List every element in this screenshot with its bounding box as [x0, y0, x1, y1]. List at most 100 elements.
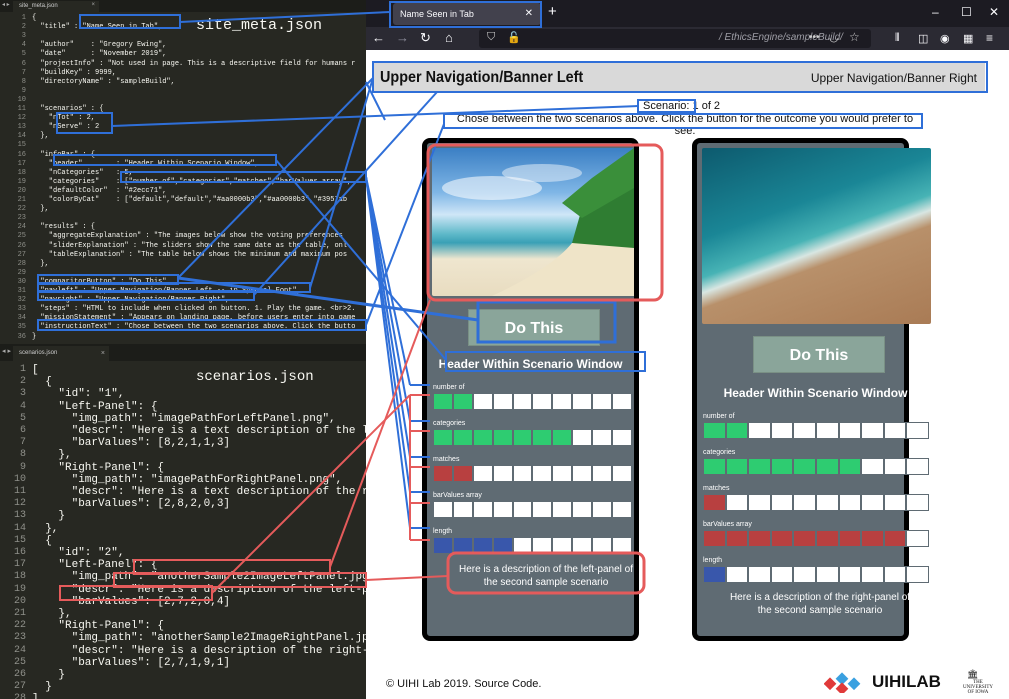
- line-number: 7: [21, 68, 26, 77]
- palm-trees-icon: [442, 148, 634, 296]
- close-icon[interactable]: ×: [101, 350, 105, 357]
- line-number: 25: [17, 232, 26, 241]
- line-number: 24: [17, 223, 26, 232]
- tab-nav-arrows-icon[interactable]: ◂ ▸: [2, 347, 11, 355]
- line-number: 30: [17, 277, 26, 286]
- insecure-lock-icon[interactable]: 🔓: [507, 31, 521, 44]
- line-number: 15: [17, 141, 26, 150]
- do-this-button[interactable]: Do This: [753, 336, 885, 373]
- code-line[interactable]: 20 "defaultColor" : "#2ecc71",: [0, 187, 366, 195]
- home-icon[interactable]: ⌂: [445, 30, 453, 45]
- code-line[interactable]: 15: [0, 141, 366, 149]
- code-line[interactable]: 32 "navright" : "Upper Navigation/Banner…: [0, 296, 366, 304]
- browser-tab[interactable]: Name Seen in Tab ✕: [393, 3, 541, 25]
- minimize-button[interactable]: –: [932, 5, 939, 19]
- lab-logo-text: UIHILAB: [872, 672, 941, 691]
- code-line[interactable]: 36}: [0, 333, 366, 341]
- bookmark-star-icon[interactable]: ☆: [849, 30, 860, 44]
- reload-icon[interactable]: ↻: [420, 30, 431, 46]
- line-number: 25: [13, 656, 26, 668]
- extensions-icon[interactable]: ▦: [963, 32, 973, 45]
- code-line[interactable]: 16 "infoBar" : {: [0, 151, 366, 159]
- code-line[interactable]: 29: [0, 269, 366, 277]
- code-line[interactable]: 4 "author" : "Gregory Ewing",: [0, 41, 366, 49]
- bar-cell: [883, 458, 907, 475]
- url-bar[interactable]: ⛉ 🔓 / EthicsEngine/sampleBuild/ ••• ◡ ☆: [479, 29, 871, 48]
- code-line[interactable]: 21 "colorByCat" : ["default","default","…: [0, 196, 366, 204]
- code-line[interactable]: 14 },: [0, 132, 366, 140]
- banner-left-text[interactable]: Upper Navigation/Banner Left: [380, 69, 583, 87]
- code-line[interactable]: 8 "directoryName" : "sampleBuild",: [0, 78, 366, 86]
- line-text: "tableExplanation" : "The table below sh…: [32, 250, 348, 259]
- menu-icon[interactable]: ≡: [986, 31, 993, 45]
- code-line[interactable]: 23: [0, 214, 366, 222]
- close-window-button[interactable]: ✕: [989, 5, 999, 19]
- bar-cell: [492, 393, 513, 410]
- banner-right-text[interactable]: Upper Navigation/Banner Right: [811, 71, 977, 85]
- do-this-button[interactable]: Do This: [468, 309, 600, 346]
- bar-cell: [592, 429, 613, 446]
- code-line[interactable]: 28 },: [0, 260, 366, 268]
- bar-cell: [532, 501, 553, 518]
- code-line[interactable]: 7 "buildKey" : 9999,: [0, 69, 366, 77]
- bar-cell: [492, 537, 513, 554]
- editor-tab-site-meta[interactable]: site_meta.json ×: [13, 1, 99, 12]
- code-line[interactable]: 11 "scenarios" : {: [0, 105, 366, 113]
- tab-nav-arrows-icon[interactable]: ◂ ▸: [2, 1, 10, 8]
- line-number: 16: [17, 150, 26, 159]
- bar-cell: [452, 465, 473, 482]
- bar-cell: [612, 465, 632, 482]
- editor-tab-scenarios[interactable]: scenarios.json ×: [13, 346, 109, 361]
- code-line[interactable]: 10: [0, 96, 366, 104]
- code-line[interactable]: 24 "results" : {: [0, 223, 366, 231]
- library-icon[interactable]: ⫴: [895, 32, 900, 45]
- code-line[interactable]: 28]: [0, 693, 366, 699]
- back-icon[interactable]: ←: [372, 30, 385, 45]
- forward-icon[interactable]: →: [396, 30, 409, 45]
- code-line[interactable]: 22 },: [0, 205, 366, 213]
- code-line[interactable]: 27 "tableExplanation" : "The table below…: [0, 251, 366, 259]
- code-line[interactable]: 6 "projectInfo" : "Not used in page. Thi…: [0, 60, 366, 68]
- code-line[interactable]: 18 "nCategories" : 5,: [0, 169, 366, 177]
- new-tab-button[interactable]: +: [548, 3, 557, 20]
- line-number: 14: [13, 522, 26, 534]
- code-line[interactable]: 17 "header" : "Header Within Scenario Wi…: [0, 160, 366, 168]
- bar-cell: [793, 566, 816, 583]
- bar-cell: [770, 566, 794, 583]
- code-line[interactable]: 19 "categories" : ["number of","categori…: [0, 178, 366, 186]
- page-actions-icon[interactable]: •••: [809, 32, 820, 43]
- code-line[interactable]: 13 "nServe" : 2: [0, 123, 366, 131]
- account-icon[interactable]: ◉: [940, 32, 950, 45]
- file-heading: scenarios.json: [196, 369, 314, 385]
- code-line[interactable]: 33 "steps" : "HTML to include when click…: [0, 305, 366, 313]
- line-text: "Right-Panel": {: [32, 620, 165, 633]
- close-icon[interactable]: ✕: [525, 8, 533, 19]
- code-line[interactable]: 9: [0, 87, 366, 95]
- pocket-icon[interactable]: ◡: [829, 31, 839, 44]
- url-text[interactable]: / EthicsEngine/sampleBuild/: [719, 32, 843, 43]
- code-line[interactable]: 35 "instructionText" : "Chose between th…: [0, 323, 366, 331]
- code-line[interactable]: 12 "nTot" : 2,: [0, 114, 366, 122]
- line-text: },: [32, 522, 59, 535]
- sidebar-icon[interactable]: ◫: [918, 32, 928, 45]
- code-line[interactable]: 25 "aggregateExplanation" : "The images …: [0, 232, 366, 240]
- footer-text[interactable]: © UIHI Lab 2019. Source Code.: [386, 678, 541, 690]
- bar-cell: [883, 422, 907, 439]
- browser-titlebar: Name Seen in Tab ✕ + – ☐ ✕: [366, 0, 1009, 27]
- bar-cell: [512, 537, 533, 554]
- panel-header: Header Within Scenario Window: [723, 386, 908, 400]
- code-line[interactable]: 34 "missionStatement" : "Appears on land…: [0, 314, 366, 322]
- line-number: 34: [17, 314, 26, 323]
- bar-cell: [532, 537, 553, 554]
- code-line[interactable]: 5 "date" : "November 2019",: [0, 50, 366, 58]
- line-number: 20: [17, 186, 26, 195]
- maximize-button[interactable]: ☐: [961, 5, 972, 19]
- code-line[interactable]: 30 "comparitorButton" : "Do This",: [0, 278, 366, 286]
- shield-icon[interactable]: ⛉: [487, 31, 495, 44]
- editor-tab-label: scenarios.json: [19, 350, 58, 356]
- close-icon[interactable]: ×: [91, 2, 95, 8]
- line-text: "id": "1",: [32, 388, 125, 401]
- bar-cell: [725, 422, 749, 439]
- code-line[interactable]: 31 "navleft" : "Upper Navigation/Banner …: [0, 287, 366, 295]
- code-line[interactable]: 26 "sliderExplanation" : "The sliders sh…: [0, 242, 366, 250]
